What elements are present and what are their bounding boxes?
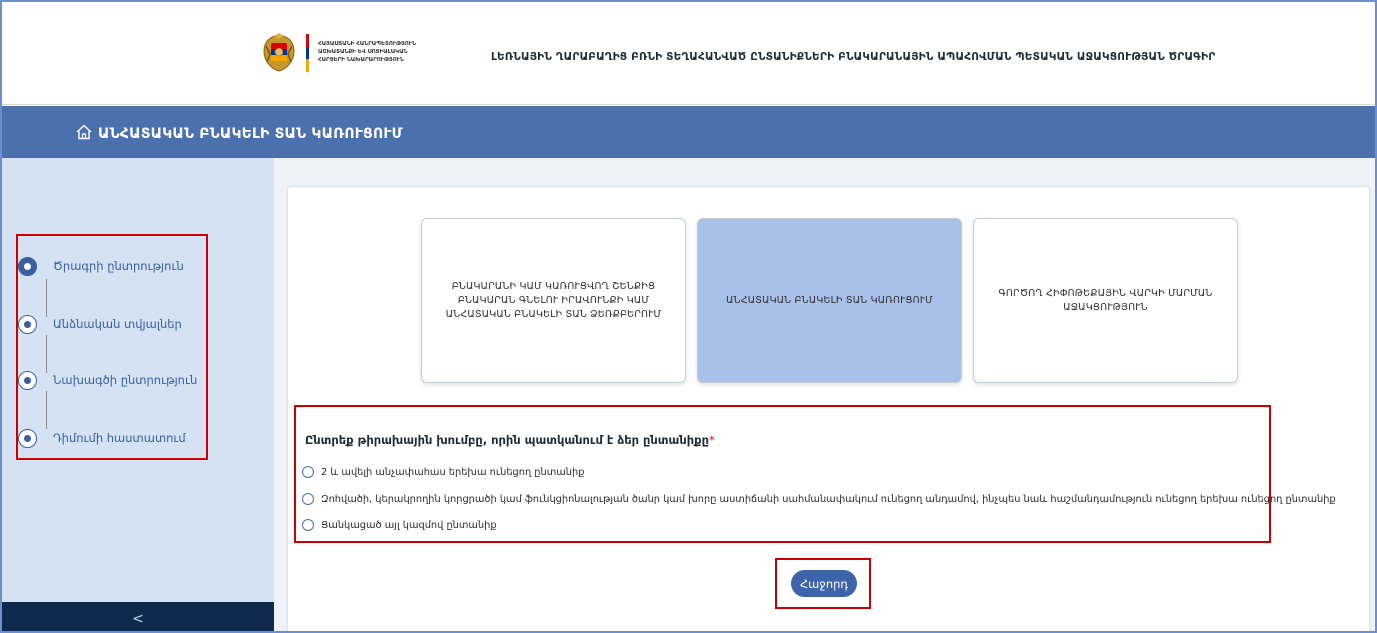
step-dot-icon xyxy=(18,370,37,390)
radio-button[interactable] xyxy=(302,466,314,478)
next-button-highlight: Հաջորդ xyxy=(775,558,871,609)
required-mark: * xyxy=(708,433,715,447)
radio-button[interactable] xyxy=(302,519,314,531)
step-dot-icon xyxy=(18,428,37,448)
program-card-mortgage-support[interactable]: ԳՈՐԾՈՂ ՀԻՓՈԹԵՔԱՅԻՆ ՎԱՐԿԻ ՄԱՐՄԱՆ ԱՋԱԿՑՈՒԹ… xyxy=(973,218,1238,383)
step-label: Դիմումի հաստատում xyxy=(53,431,186,445)
top-header: ՀԱՅԱՍՏԱՆԻ ՀԱՆՐԱՊԵՏՈՒԹՅՈՒՆ ԱՇԽԱՏԱՆՔԻ ԵՎ Ս… xyxy=(2,2,1375,105)
sidebar: Ծրագրի ընտրություն Անձնական տվյալներ Նախ… xyxy=(2,158,274,631)
step-application-confirmation[interactable]: Դիմումի հաստատում xyxy=(18,428,186,448)
target-group-option[interactable]: Ցանկացած այլ կազմով ընտանիք xyxy=(302,519,497,531)
flag-stripe xyxy=(306,34,309,72)
section-band: ԱՆՀԱՏԱԿԱՆ ԲՆԱԿԵԼԻ ՏԱՆ ԿԱՌՈՒՑՈՒՄ xyxy=(2,106,1375,158)
step-label: Անձնական տվյալներ xyxy=(53,317,182,331)
step-dot-icon xyxy=(18,314,37,334)
sidebar-collapse-button[interactable]: < xyxy=(2,602,274,631)
step-program-selection[interactable]: Ծրագրի ընտրություն xyxy=(18,256,184,276)
app-window: ՀԱՅԱՍՏԱՆԻ ՀԱՆՐԱՊԵՏՈՒԹՅՈՒՆ ԱՇԽԱՏԱՆՔԻ ԵՎ Ս… xyxy=(0,0,1377,633)
target-group-option[interactable]: Զոհվածի, կերակրողին կորցրածի կամ ֆունկցի… xyxy=(302,493,1336,505)
section-title: ԱՆՀԱՏԱԿԱՆ ԲՆԱԿԵԼԻ ՏԱՆ ԿԱՌՈՒՑՈՒՄ xyxy=(98,126,403,142)
home-icon[interactable] xyxy=(75,123,93,141)
chevron-left-icon: < xyxy=(132,610,144,627)
target-group-section: Ընտրեք թիրախային խումբը, որին պատկանում … xyxy=(294,405,1336,543)
step-connector xyxy=(46,335,47,373)
step-label: Նախագծի ընտրություն xyxy=(53,373,198,387)
step-label: Ծրագրի ընտրություն xyxy=(53,259,184,273)
step-dot-active-icon xyxy=(18,256,37,276)
ministry-name: ՀԱՅԱՍՏԱՆԻ ՀԱՆՐԱՊԵՏՈՒԹՅՈՒՆ ԱՇԽԱՏԱՆՔԻ ԵՎ Ս… xyxy=(318,41,416,63)
step-connector xyxy=(46,391,47,429)
step-project-selection[interactable]: Նախագծի ընտրություն xyxy=(18,370,197,390)
program-card-housing-purchase[interactable]: ԲՆԱԿԱՐԱՆԻ ԿԱՄ ԿԱՌՈՒՑՎՈՂ ՇԵՆՔԻՑ ԲՆԱԿԱՐԱՆ … xyxy=(421,218,686,383)
target-group-option[interactable]: 2 և ավելի անչափահաս երեխա ունեցող ընտանի… xyxy=(302,466,584,478)
target-group-question: Ընտրեք թիրախային խումբը, որին պատկանում … xyxy=(305,433,715,447)
program-card-house-construction[interactable]: ԱՆՀԱՏԱԿԱՆ ԲՆԱԿԵԼԻ ՏԱՆ ԿԱՌՈՒՑՈՒՄ xyxy=(697,218,962,383)
step-personal-data[interactable]: Անձնական տվյալներ xyxy=(18,314,182,334)
program-title: ԼԵՌՆԱՅԻՆ ՂԱՐԱԲԱՂԻՑ ԲՌՆԻ ՏԵՂԱՀԱՆՎԱԾ ԸՆՏԱՆ… xyxy=(491,51,1216,63)
next-button[interactable]: Հաջորդ xyxy=(791,570,857,597)
step-connector xyxy=(46,279,47,317)
radio-button[interactable] xyxy=(302,493,314,505)
coat-of-arms-icon xyxy=(263,33,295,72)
